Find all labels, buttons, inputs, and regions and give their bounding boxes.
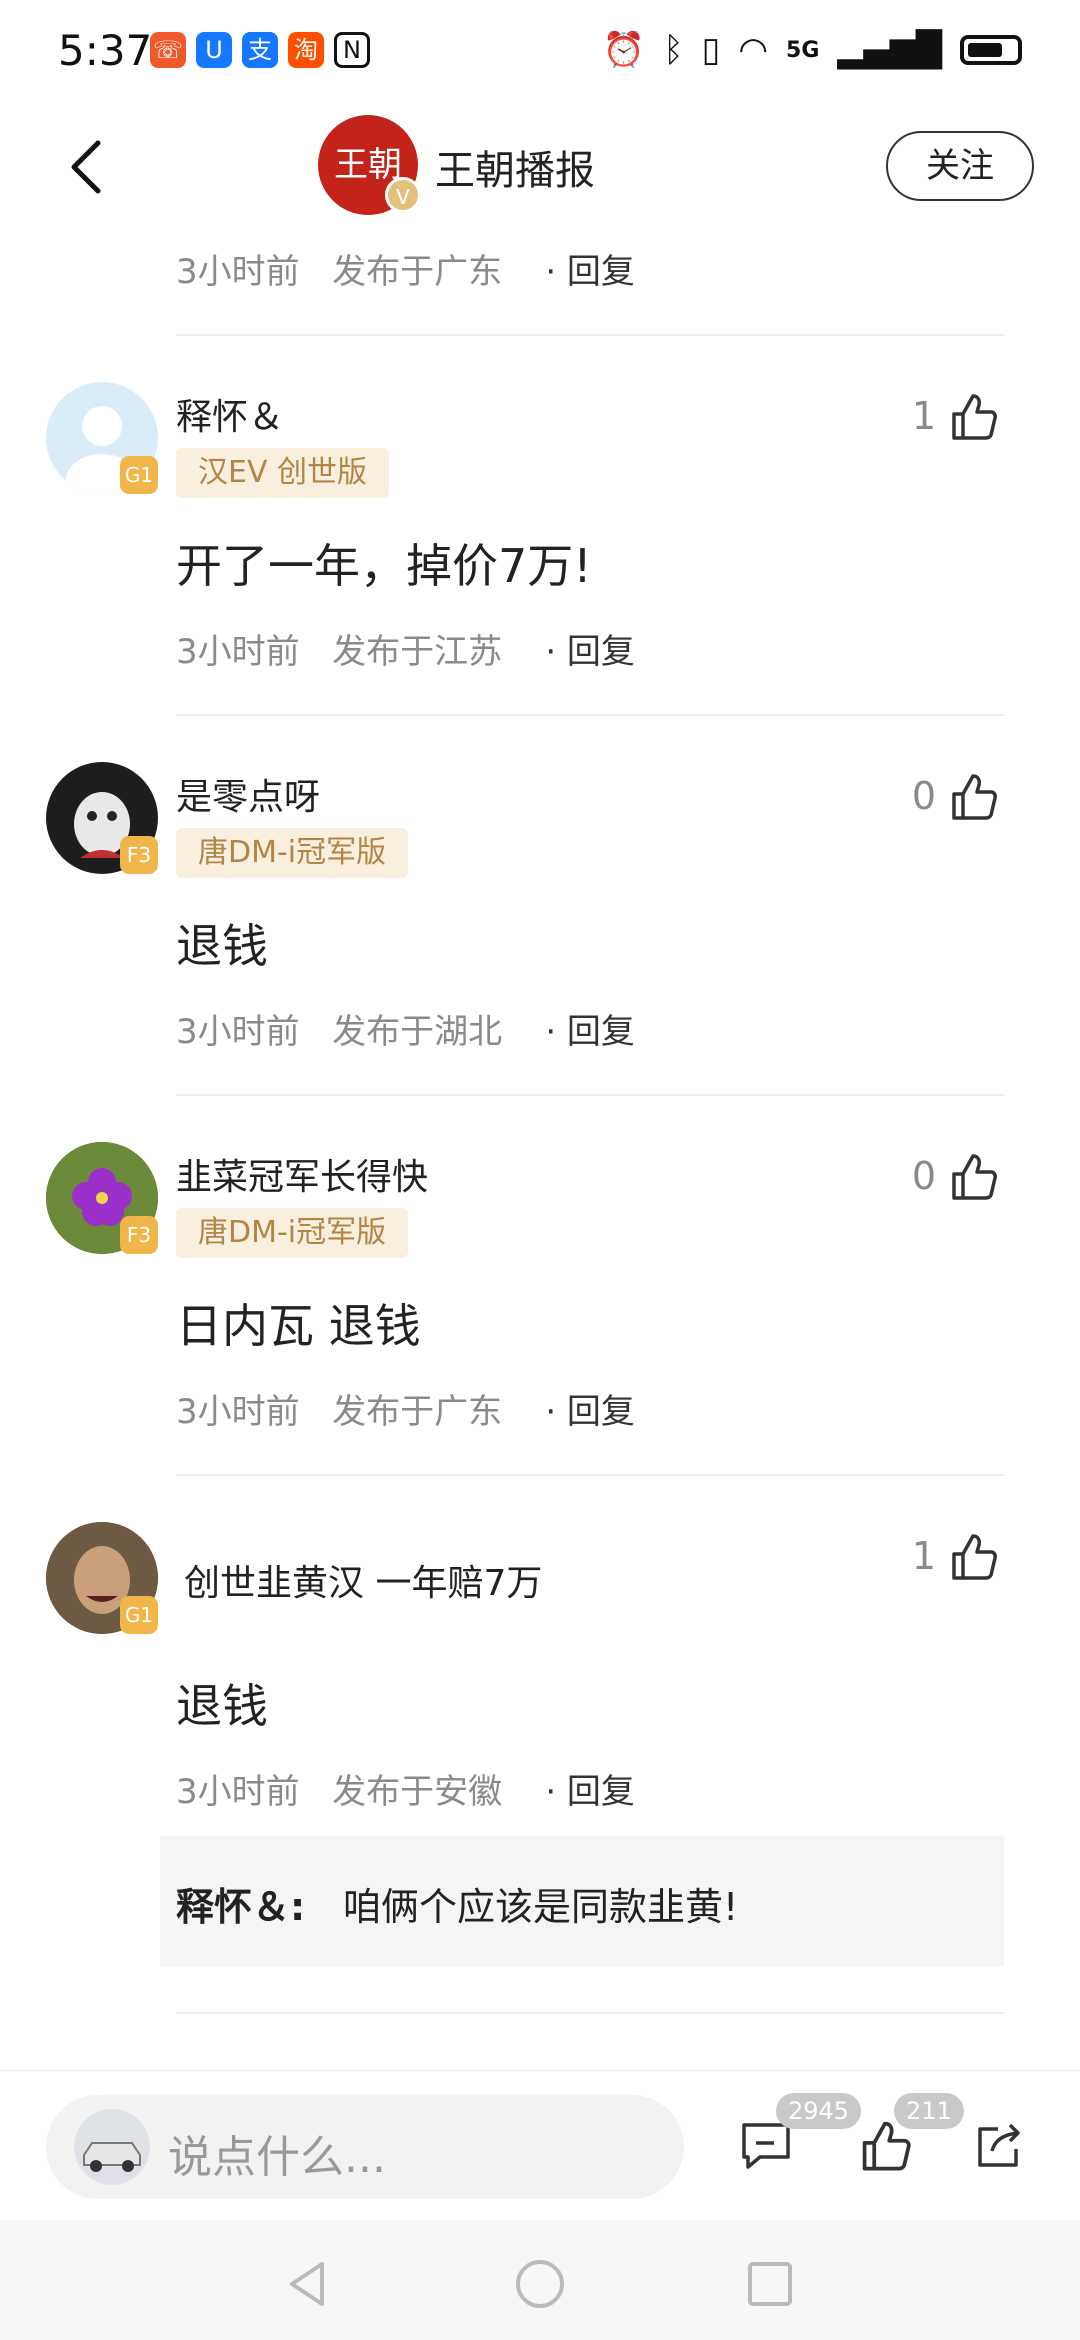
comment-text: 开了一年，掉价7万!	[176, 539, 592, 593]
nested-reply[interactable]: 释怀＆: 咱俩个应该是同款韭黄!	[160, 1836, 1004, 1966]
phone-app-icon: ☏	[150, 32, 186, 68]
thumbs-up-icon	[952, 394, 997, 440]
author-name[interactable]: 王朝播报	[435, 138, 595, 196]
bluetooth-icon: ᛒ	[663, 30, 684, 70]
thumbs-up-icon	[952, 1154, 997, 1200]
status-time: 5:37	[58, 26, 153, 75]
car-tag: 汉EV 创世版	[176, 448, 390, 498]
level-badge: F3	[120, 836, 158, 874]
status-icons: ⏰ ᛒ ▯ ◠ 5G ▂▄▆█	[603, 30, 1022, 70]
like-count: 1	[911, 1534, 936, 1578]
car-tag: 唐DM-i冠军版	[176, 828, 409, 878]
comment-text: 退钱	[176, 919, 268, 973]
vibrate-icon: ▯	[701, 30, 721, 70]
nav-recents-button[interactable]	[742, 2256, 798, 2312]
chevron-left-icon	[71, 140, 101, 194]
system-nav-bar	[0, 2220, 1080, 2340]
network-label: 5G	[786, 37, 820, 63]
triangle-back-icon	[290, 2262, 324, 2306]
bottom-bar: 说点什么... 2945 211	[0, 2070, 1080, 2221]
u-app-icon: U	[196, 32, 232, 68]
divider	[176, 1094, 1004, 1096]
alarm-icon: ⏰	[602, 30, 646, 70]
like-button[interactable]: 1	[912, 1528, 1002, 1584]
car-tag: 唐DM-i冠军版	[176, 1208, 409, 1258]
level-badge: F3	[120, 1216, 158, 1254]
like-button[interactable]: 0	[912, 1148, 1002, 1204]
comment-count: 2945	[776, 2093, 862, 2129]
like-button[interactable]: 0	[912, 768, 1002, 824]
comment-meta: 3小时前 发布于安徽 · 回复	[176, 1772, 635, 1812]
like-count: 0	[911, 1154, 936, 1198]
divider	[176, 1474, 1004, 1476]
comment-text: 日内瓦 退钱	[176, 1299, 421, 1353]
wifi-icon: ◠	[738, 30, 769, 70]
reply-author[interactable]: 释怀＆:	[176, 1876, 305, 1931]
like-count: 1	[911, 394, 936, 438]
comment-meta: 3小时前 发布于湖北 · 回复	[176, 1012, 635, 1052]
comment-input[interactable]: 说点什么...	[46, 2095, 684, 2199]
share-icon	[978, 2123, 1020, 2167]
username[interactable]: 是零点呀	[176, 768, 320, 820]
level-badge: G1	[120, 456, 158, 494]
signal-icon: ▂▄▆█	[837, 30, 942, 70]
nfc-icon: N	[334, 32, 370, 68]
car-avatar	[74, 2109, 150, 2185]
comment-text: 退钱	[176, 1679, 268, 1733]
circle-home-icon	[516, 2260, 564, 2308]
taobao-app-icon: 淘	[288, 32, 324, 68]
reply-link[interactable]: · 回复	[545, 1012, 635, 1052]
share-button[interactable]	[968, 2115, 1028, 2175]
comment-meta: 3小时前 发布于江苏 · 回复	[176, 632, 635, 672]
like-post-count: 211	[894, 2093, 964, 2129]
input-placeholder: 说点什么...	[168, 2132, 386, 2183]
alipay-app-icon: 支	[242, 32, 278, 68]
divider	[176, 2012, 1004, 2014]
reply-text: 咱俩个应该是同款韭黄!	[343, 1885, 739, 1929]
follow-button[interactable]: 关注	[886, 131, 1034, 201]
reply-link[interactable]: · 回复	[545, 1772, 635, 1812]
username[interactable]: 释怀＆	[176, 388, 284, 440]
username[interactable]: 创世韭黄汉 一年赔7万	[184, 1554, 542, 1606]
square-recents-icon	[748, 2262, 792, 2306]
back-button[interactable]	[60, 137, 120, 197]
nav-home-button[interactable]	[512, 2256, 568, 2312]
thumbs-up-icon	[952, 774, 997, 820]
reply-link[interactable]: · 回复	[545, 632, 635, 672]
nav-back-button[interactable]	[280, 2256, 336, 2312]
comment-meta: 3小时前 发布于广东 · 回复	[176, 252, 635, 292]
divider	[176, 334, 1004, 336]
reply-link[interactable]: · 回复	[545, 1392, 635, 1432]
comment-meta: 3小时前 发布于广东 · 回复	[176, 1392, 635, 1432]
car-icon	[83, 2142, 141, 2172]
verified-badge: V	[385, 177, 421, 213]
like-count: 0	[911, 774, 936, 818]
page-header: 王朝 V 王朝播报 关注	[0, 105, 1080, 230]
reply-link[interactable]: · 回复	[545, 252, 635, 292]
like-button[interactable]: 1	[912, 388, 1002, 444]
level-badge: G1	[120, 1596, 158, 1634]
battery-icon	[960, 35, 1022, 65]
username[interactable]: 韭菜冠军长得快	[176, 1148, 428, 1200]
thumbs-up-icon	[952, 1534, 997, 1580]
divider	[176, 714, 1004, 716]
like-post-button[interactable]: 211	[856, 2093, 964, 2175]
status-bar: 5:37 ☏ U 支 淘 N ⏰ ᛒ ▯ ◠ 5G ▂▄▆█	[0, 0, 1080, 105]
comment-button[interactable]: 2945	[736, 2093, 862, 2175]
